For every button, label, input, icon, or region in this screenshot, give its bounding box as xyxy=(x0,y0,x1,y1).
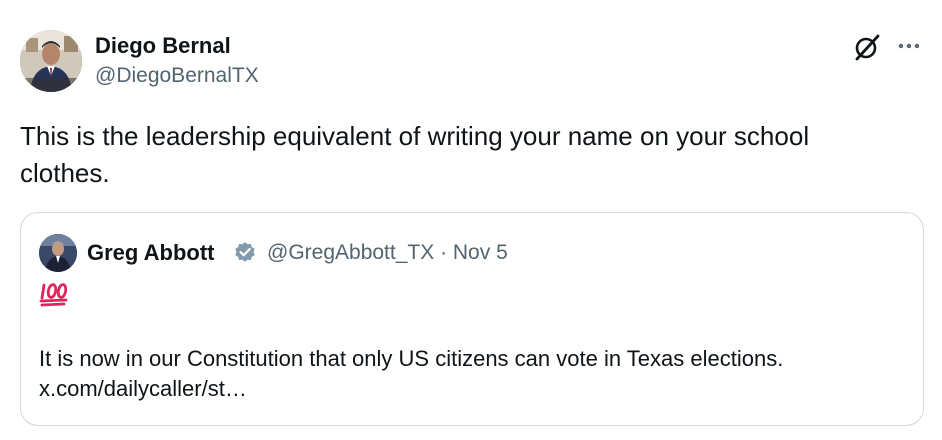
quoted-text-line: It is now in our Constitution that only … xyxy=(39,346,784,371)
author-avatar[interactable] xyxy=(20,30,82,92)
profile-photo-icon xyxy=(20,30,82,92)
quoted-tweet-text: It is now in our Constitution that only … xyxy=(39,344,909,404)
author-handle[interactable]: @DiegoBernalTX xyxy=(95,64,259,88)
quoted-tweet[interactable]: Greg Abbott @GregAbbott_TX · Nov 5 It is… xyxy=(20,212,924,426)
x-grok-icon[interactable] xyxy=(852,32,882,62)
author-name[interactable]: Diego Bernal xyxy=(95,33,231,59)
hundred-points-icon xyxy=(39,283,68,307)
verified-badge-icon xyxy=(235,242,255,262)
quoted-link[interactable]: x.com/dailycaller/st… xyxy=(39,374,909,404)
quoted-meta[interactable]: @GregAbbott_TX · Nov 5 xyxy=(267,241,508,265)
quoted-author-avatar[interactable] xyxy=(39,234,77,272)
profile-photo-icon xyxy=(39,234,77,272)
tweet-card: Diego Bernal @DiegoBernalTX This is the … xyxy=(0,0,942,440)
quoted-author-name[interactable]: Greg Abbott xyxy=(87,240,215,266)
tweet-text: This is the leadership equivalent of wri… xyxy=(20,121,810,188)
more-options-icon[interactable] xyxy=(898,42,920,50)
